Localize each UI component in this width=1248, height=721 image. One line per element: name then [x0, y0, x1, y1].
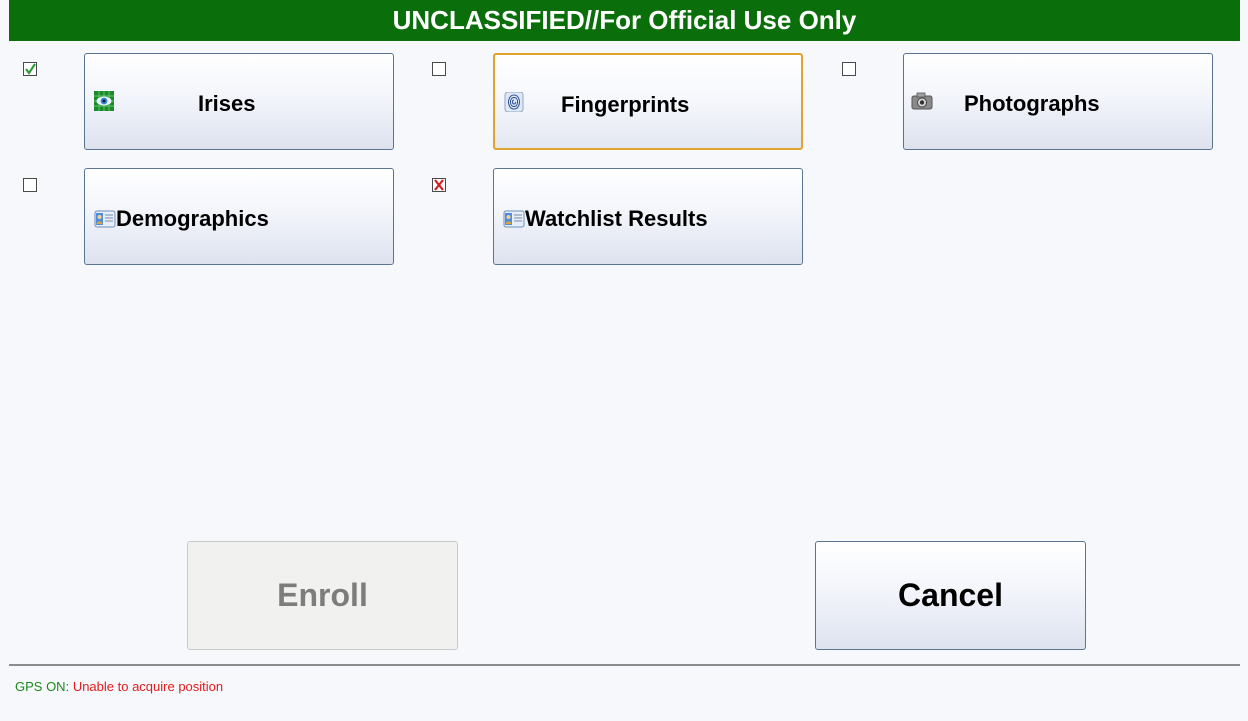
status-divider [9, 664, 1240, 666]
failed-x-icon [434, 179, 444, 191]
demographics-label: Demographics [116, 206, 269, 231]
demographics-checkbox[interactable] [23, 178, 37, 192]
cancel-button[interactable]: Cancel [815, 541, 1086, 650]
fingerprint-icon [504, 91, 524, 113]
gps-status: GPS ON: Unable to acquire position [15, 679, 223, 694]
fingerprints-label: Fingerprints [561, 92, 690, 117]
photographs-button[interactable]: Photographs [903, 53, 1213, 150]
photographs-label: Photographs [964, 91, 1100, 116]
photographs-checkbox[interactable] [842, 62, 856, 76]
watchlist-results-label: Watchlist Results [525, 206, 708, 231]
irises-label: Irises [198, 91, 256, 116]
iris-scan-icon [94, 91, 114, 111]
demographics-button[interactable]: Demographics [84, 168, 394, 265]
irises-checkbox[interactable] [23, 62, 37, 76]
gps-status-message: Unable to acquire position [72, 679, 224, 694]
enroll-button[interactable]: Enroll [187, 541, 458, 650]
irises-button[interactable]: Irises [84, 53, 394, 150]
gps-status-label: GPS ON: [15, 679, 70, 694]
id-card-icon [503, 208, 525, 228]
fingerprints-button[interactable]: Fingerprints [493, 53, 803, 150]
checkmark-icon [25, 63, 36, 75]
watchlist-results-button[interactable]: Watchlist Results [493, 168, 803, 265]
watchlist-results-checkbox[interactable] [432, 178, 446, 192]
camera-icon [911, 91, 933, 111]
fingerprints-checkbox[interactable] [432, 62, 446, 76]
id-card-icon [94, 208, 116, 228]
classification-banner: UNCLASSIFIED//For Official Use Only [9, 0, 1240, 41]
